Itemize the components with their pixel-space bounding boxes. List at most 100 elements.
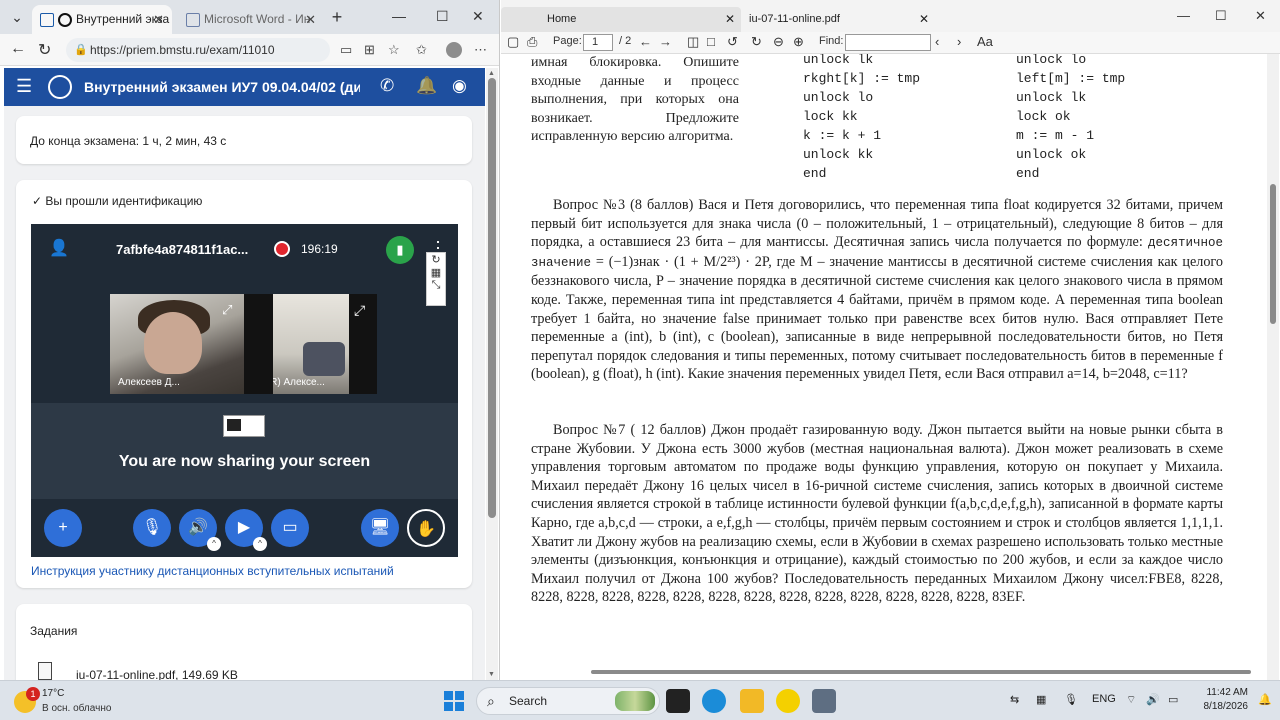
mic-tray-icon[interactable]: 🎙 [1064,693,1078,706]
text-options-icon[interactable]: Aa [977,34,993,49]
page-scrollbar[interactable]: ▲ ▼ [486,68,498,680]
next-page-icon[interactable]: → [659,34,672,49]
account-icon[interactable]: ◉ [452,76,467,96]
close-tab-icon[interactable]: ✕ [919,7,929,32]
zoom-in-icon[interactable]: ⊕ [793,34,804,50]
screen-share-button[interactable]: ▭ [271,509,309,547]
raise-hand-button[interactable]: ✋ [407,509,445,547]
qr-icon[interactable]: ▦ [427,266,445,279]
pdf-scroll-thumb[interactable] [1270,184,1276,324]
fit-width-icon[interactable]: □ [707,34,715,49]
minimize-icon[interactable]: — [1177,8,1190,23]
recording-icon [274,241,290,257]
address-bar-row: ← ↻ 🔒 https://priem.bmstu.ru/exam/11010 … [0,34,499,66]
reload-icon[interactable]: ↻ [38,40,51,60]
notifications-icon[interactable]: 🔔 [1258,693,1272,706]
code-line: end [1016,166,1040,181]
find-prev-icon[interactable]: ‹ [935,34,939,49]
pdf-horizontal-scrollbar[interactable] [591,668,1261,676]
pdf-hscroll-thumb[interactable] [591,670,1251,674]
sharing-status: You are now sharing your screen [118,453,371,470]
camera-options-icon[interactable]: ^ [253,537,267,551]
clock-time: 11:42 AM [1206,687,1248,698]
file-explorer-icon[interactable] [740,689,764,713]
start-windows-icon[interactable] [444,691,464,711]
code-line: k := k + 1 [803,128,882,143]
zoom-out-icon[interactable]: ⊖ [773,34,784,50]
find-input[interactable] [845,34,931,51]
favorites-list-icon[interactable]: ✩ [416,42,427,58]
find-next-icon[interactable]: › [957,34,961,49]
tab-pdf-file[interactable]: iu-07-11-online.pdf ✕ [745,7,935,32]
new-tab-button[interactable]: + [326,6,348,28]
battery-icon[interactable]: ▭ [1168,693,1178,706]
close-tab-icon[interactable]: ✕ [725,7,735,32]
profile-avatar-icon[interactable] [446,42,462,58]
pdf-reader-icon[interactable] [776,689,800,713]
task-file-link[interactable]: iu-07-11-online.pdf, 149.69 KB [76,668,238,680]
collapse-icon[interactable]: ⤡ [427,279,445,292]
speaker-options-icon[interactable]: ^ [207,537,221,551]
meet-icon[interactable]: ▦ [1036,693,1046,706]
tasks-title: Задания [30,624,78,638]
exam-timer: До конца экзамена: 1 ч, 2 мин, 43 с [30,134,227,148]
close-window-icon[interactable]: ✕ [472,8,484,25]
back-icon[interactable]: ← [10,40,26,58]
apps-icon[interactable]: ⊞ [364,42,375,58]
floating-qr-panel[interactable]: ↻ ▦ ⤡ [426,252,446,306]
add-button[interactable]: + [44,509,82,547]
print-icon[interactable]: ⎙ [527,34,537,50]
calculator-icon[interactable] [812,689,836,713]
open-file-icon[interactable]: ▢ [507,34,519,50]
instructions-link[interactable]: Инструкция участнику дистанционных вступ… [31,564,394,578]
scrollbar-thumb[interactable] [488,78,496,518]
rotate-icon[interactable]: ↺ [727,34,738,50]
prev-page-icon[interactable]: ← [639,34,652,49]
page-number-input[interactable]: 1 [583,34,613,51]
task-view-icon[interactable] [666,689,690,713]
expand-icon[interactable]: ⤢ [222,302,232,318]
maximize-icon[interactable]: ☐ [1215,8,1227,24]
url-field[interactable]: 🔒 https://priem.bmstu.ru/exam/11010 [66,38,330,62]
camera-button[interactable]: ▶ ^ [225,509,267,551]
desktop-button[interactable]: 🖥 [361,509,399,547]
participants-icon[interactable]: 👤 [49,238,69,258]
close-tab-icon[interactable]: ✕ [153,5,164,34]
maximize-icon[interactable]: ☐ [436,8,449,25]
hamburger-menu-icon[interactable]: ☰ [16,76,32,97]
refresh-icon[interactable]: ↻ [427,253,445,266]
pdf-vertical-scrollbar[interactable] [1267,54,1279,680]
close-window-icon[interactable]: ✕ [1255,8,1266,24]
participant-video-2[interactable]: (QR) Алексе... [273,294,349,394]
scroll-down-icon[interactable]: ▼ [488,671,495,678]
bell-icon[interactable]: 🔔 [416,76,437,96]
phone-icon[interactable]: ✆ [380,76,394,96]
favorite-star-icon[interactable]: ☆ [388,42,400,58]
expand-icon[interactable]: ⤢ [354,302,365,319]
scroll-up-icon[interactable]: ▲ [488,70,495,77]
system-clock[interactable]: 11:42 AM 8/18/2026 [1196,686,1249,714]
participant-name-2: (QR) Алексе... [273,377,325,388]
connection-signal-icon[interactable]: ▮ [386,236,414,264]
rotate-cw-icon[interactable]: ↻ [751,34,762,50]
browser-tabbar: ⌄ Внутренний экза ✕ Microsoft Word - Ин … [0,0,499,34]
close-tab-icon[interactable]: ✕ [305,5,316,34]
microphone-button[interactable]: 🎙 [133,509,171,547]
speaker-button[interactable]: 🔊 ^ [179,509,221,551]
tab-list-chevron-icon[interactable]: ⌄ [6,6,28,28]
minimize-icon[interactable]: — [392,8,406,24]
volume-icon[interactable]: 🔊 [1146,693,1160,706]
taskbar-search[interactable]: ⌕ Search [476,687,660,715]
more-menu-icon[interactable]: ⋯ [474,42,487,58]
tab-word[interactable]: Microsoft Word - Ин ✕ [178,5,324,34]
pen-icon[interactable]: ⇆ [1010,693,1019,706]
camera-permission-icon[interactable]: ▭ [340,42,352,58]
code-line: unlock lk [803,54,874,67]
wifi-icon[interactable]: ⌔ [1126,693,1136,707]
participant-video-1[interactable]: ⤢ Алексеев Д... [110,294,244,394]
language-indicator[interactable]: ENG [1092,693,1116,705]
fit-page-icon[interactable]: ◫ [687,34,699,50]
tab-exam[interactable]: Внутренний экза ✕ [32,5,172,34]
tab-home[interactable]: Home ✕ [501,7,741,32]
edge-browser-icon[interactable] [702,689,726,713]
